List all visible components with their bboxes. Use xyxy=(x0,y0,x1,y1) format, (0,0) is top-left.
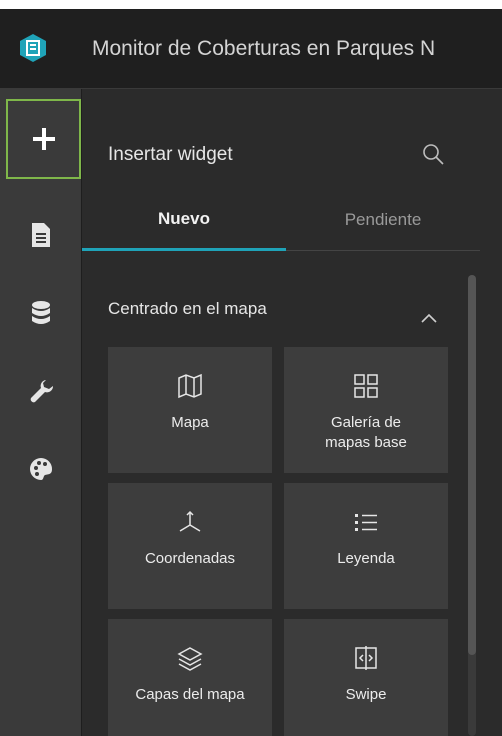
widget-card-map-layers[interactable]: Capas del mapa xyxy=(108,619,272,736)
map-icon xyxy=(173,369,207,403)
widget-label: Capas del mapa xyxy=(135,686,245,703)
data-button[interactable] xyxy=(0,283,82,343)
scrollbar-thumb[interactable] xyxy=(468,275,476,655)
insert-widget-panel: Insertar widget Nuevo Pendiente Centrado… xyxy=(82,89,480,736)
widget-label: Swipe xyxy=(345,686,387,703)
app-window: Monitor de Coberturas en Parques N Inser… xyxy=(0,9,502,736)
widget-label: Coordenadas xyxy=(144,550,236,567)
insert-widget-button[interactable] xyxy=(6,99,81,179)
tab-pending[interactable]: Pendiente xyxy=(286,189,480,251)
search-icon xyxy=(423,144,444,165)
widget-card-map[interactable]: Mapa xyxy=(108,347,272,473)
panel-scrollbar[interactable] xyxy=(468,275,476,736)
layers-icon xyxy=(173,641,207,675)
chevron-up-icon xyxy=(421,313,437,323)
tab-new[interactable]: Nuevo xyxy=(82,189,286,251)
theme-button[interactable] xyxy=(0,439,82,499)
widget-tabs: Nuevo Pendiente xyxy=(82,189,480,251)
section-title: Centrado en el mapa xyxy=(108,299,267,318)
widget-label: Leyenda xyxy=(337,550,395,567)
widget-label: Mapa xyxy=(171,414,209,431)
database-icon xyxy=(32,301,50,324)
side-toolbar xyxy=(0,89,82,736)
list-icon xyxy=(349,505,383,539)
page-button[interactable] xyxy=(0,205,82,265)
palette-icon xyxy=(30,458,52,480)
widget-card-legend[interactable]: Leyenda xyxy=(284,483,448,609)
wrench-icon xyxy=(30,380,54,403)
widget-card-coordinates[interactable]: Coordenadas xyxy=(108,483,272,609)
app-title: Monitor de Coberturas en Parques N xyxy=(92,37,436,60)
axes-icon xyxy=(173,505,207,539)
plus-icon xyxy=(32,128,55,150)
panel-title: Insertar widget xyxy=(108,144,233,165)
collapse-section-button[interactable] xyxy=(418,307,440,329)
app-header: Monitor de Coberturas en Parques N xyxy=(0,9,502,89)
swipe-icon xyxy=(349,641,383,675)
app-logo-icon xyxy=(18,33,48,63)
document-icon xyxy=(32,223,50,247)
widget-label: Galería de mapas base xyxy=(325,414,407,451)
widget-card-swipe[interactable]: Swipe xyxy=(284,619,448,736)
tools-button[interactable] xyxy=(0,361,82,421)
widget-card-basemap-gallery[interactable]: Galería de mapas base xyxy=(284,347,448,473)
grid-icon xyxy=(349,369,383,403)
search-button[interactable] xyxy=(420,141,446,167)
